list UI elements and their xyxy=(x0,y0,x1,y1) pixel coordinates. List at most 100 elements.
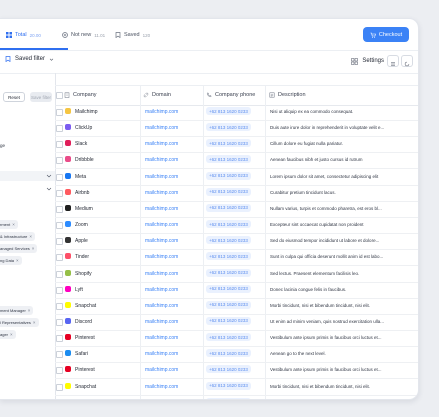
company-phone-badge[interactable]: +62 813 1620 0233 xyxy=(206,107,251,115)
table-row[interactable]: Medium mailchimp.com +62 813 1620 0233 Null… xyxy=(55,201,418,218)
saved-filter-dropdown[interactable]: Saved filter xyxy=(5,56,54,62)
company-domain-link[interactable]: mailchimp.com xyxy=(145,319,178,325)
company-domain-link[interactable]: mailchimp.com xyxy=(145,109,178,115)
row-checkbox[interactable] xyxy=(56,302,63,310)
table-row[interactable]: Mailchimp mailchimp.com +62 813 1620 0233 N… xyxy=(55,104,418,121)
view-list-button[interactable] xyxy=(387,55,399,67)
company-domain-link[interactable]: mailchimp.com xyxy=(145,303,178,309)
company-domain-link[interactable]: mailchimp.com xyxy=(145,367,178,373)
row-checkbox[interactable] xyxy=(56,157,63,165)
row-checkbox[interactable] xyxy=(56,367,63,375)
chevron-down-icon[interactable] xyxy=(46,186,52,192)
close-icon[interactable]: × xyxy=(10,332,13,337)
table-row[interactable]: Safari mailchimp.com +62 813 1620 0233 Aene… xyxy=(55,346,418,364)
save-filter-button[interactable]: Save filter xyxy=(30,92,52,102)
table-row[interactable]: Snapchat mailchimp.com +62 813 1620 0233 Mo… xyxy=(55,379,418,396)
filter-chip[interactable]: ng Data × xyxy=(0,256,22,265)
column-header-company[interactable]: Company xyxy=(64,92,97,98)
close-icon[interactable]: × xyxy=(12,222,15,227)
company-phone-badge[interactable]: +62 813 1620 0233 xyxy=(206,203,251,212)
table-row[interactable]: Dribbble mailchimp.com +62 813 1620 0233 Ae… xyxy=(55,152,418,170)
close-icon[interactable]: × xyxy=(33,320,36,325)
company-domain-link[interactable]: mailchimp.com xyxy=(145,190,178,196)
row-checkbox[interactable] xyxy=(56,238,63,246)
row-checkbox[interactable] xyxy=(56,222,63,230)
filter-section-header[interactable] xyxy=(0,171,55,181)
column-header-phone[interactable]: Company phone xyxy=(206,92,255,98)
company-phone-badge[interactable]: +62 813 1620 0233 xyxy=(206,220,251,229)
company-domain-link[interactable]: mailchimp.com xyxy=(145,254,178,260)
row-checkbox[interactable] xyxy=(56,286,63,294)
company-domain-link[interactable]: mailchimp.com xyxy=(145,351,178,357)
tab-not-new[interactable]: Not new 11.01 xyxy=(62,28,105,42)
tab-saved[interactable]: Saved 120 xyxy=(115,28,150,42)
close-icon[interactable]: × xyxy=(16,258,19,263)
row-checkbox[interactable] xyxy=(56,318,63,326)
column-header-domain[interactable]: Domain xyxy=(143,92,171,98)
company-phone-badge[interactable]: +62 813 1620 0233 xyxy=(206,365,251,374)
company-domain-link[interactable]: mailchimp.com xyxy=(145,125,178,131)
table-row[interactable]: Zoom mailchimp.com +62 813 1620 0233 Except… xyxy=(55,217,418,235)
row-checkbox[interactable] xyxy=(56,189,63,197)
company-domain-link[interactable]: mailchimp.com xyxy=(145,222,178,228)
row-checkbox[interactable] xyxy=(56,109,63,116)
table-row[interactable]: Shopify mailchimp.com +62 813 1620 0233 Sed… xyxy=(55,266,418,283)
row-checkbox[interactable] xyxy=(56,270,63,278)
refresh-button[interactable] xyxy=(401,55,413,67)
company-phone-badge[interactable]: +62 813 1620 0233 xyxy=(206,268,251,277)
table-row[interactable]: Discord mailchimp.com +62 813 1620 0233 Ut … xyxy=(55,314,418,331)
table-row[interactable]: Apple mailchimp.com +62 813 1620 0233 Sed d… xyxy=(55,233,418,251)
row-checkbox[interactable] xyxy=(56,173,63,181)
table-row[interactable]: Airbnb mailchimp.com +62 813 1620 0233 Cura… xyxy=(55,185,418,202)
company-domain-link[interactable]: mailchimp.com xyxy=(145,287,178,293)
filter-chip[interactable]: ager × xyxy=(0,330,16,339)
select-all-checkbox[interactable] xyxy=(56,92,63,99)
table-row[interactable]: Snapchat mailchimp.com +62 813 1620 0233 Mo… xyxy=(55,298,418,315)
tab-total[interactable]: Total 20.00 xyxy=(6,28,41,42)
filter-chip[interactable]: rment × xyxy=(0,220,18,229)
filter-chip[interactable]: l Representatives × xyxy=(0,318,39,327)
company-domain-link[interactable]: mailchimp.com xyxy=(145,174,178,180)
table-row[interactable]: ClickUp mailchimp.com +62 813 1620 0233 Dui… xyxy=(55,120,418,138)
company-domain-link[interactable]: mailchimp.com xyxy=(145,271,178,277)
filter-chip[interactable]: & Infrastructure × xyxy=(0,232,35,241)
settings-button[interactable]: Settings xyxy=(351,55,384,67)
company-phone-badge[interactable]: +62 813 1620 0233 xyxy=(206,236,251,245)
company-phone-badge[interactable]: +62 813 1620 0233 xyxy=(206,381,251,390)
table-row[interactable]: Pinterest mailchimp.com +62 813 1620 0233 V… xyxy=(55,330,418,348)
filter-chip[interactable]: ment Manager × xyxy=(0,306,34,315)
company-domain-link[interactable]: mailchimp.com xyxy=(145,141,178,147)
company-domain-link[interactable]: mailchimp.com xyxy=(145,335,178,341)
column-header-description[interactable]: Description xyxy=(269,92,306,98)
table-row[interactable]: Slack mailchimp.com +62 813 1620 0233 Cillu… xyxy=(55,136,418,154)
table-row[interactable]: Lyft mailchimp.com +62 813 1620 0233 Donec … xyxy=(55,282,418,299)
row-checkbox[interactable] xyxy=(56,125,63,133)
row-checkbox[interactable] xyxy=(56,335,63,343)
company-phone-badge[interactable]: +62 813 1620 0233 xyxy=(206,123,251,132)
company-phone-badge[interactable]: +62 813 1620 0233 xyxy=(206,252,251,261)
row-checkbox[interactable] xyxy=(56,141,63,149)
close-icon[interactable]: × xyxy=(32,246,35,251)
table-row[interactable]: Tinder mailchimp.com +62 813 1620 0233 Sunt… xyxy=(55,249,418,267)
company-phone-badge[interactable]: +62 813 1620 0233 xyxy=(206,171,251,180)
company-phone-badge[interactable]: +62 813 1620 0233 xyxy=(206,300,251,309)
close-icon[interactable]: × xyxy=(28,308,31,313)
company-phone-badge[interactable]: +62 813 1620 0233 xyxy=(206,397,251,399)
company-domain-link[interactable]: mailchimp.com xyxy=(145,238,178,244)
table-row[interactable]: Pinterest mailchimp.com +62 813 1620 0233 V… xyxy=(55,362,418,380)
company-phone-badge[interactable]: +62 813 1620 0233 xyxy=(206,316,251,325)
row-checkbox[interactable] xyxy=(56,254,63,262)
company-phone-badge[interactable]: +62 813 1620 0233 xyxy=(206,333,251,342)
company-phone-badge[interactable]: +62 813 1620 0233 xyxy=(206,155,251,164)
checkout-button[interactable]: Checkout xyxy=(363,27,409,42)
close-icon[interactable]: × xyxy=(29,234,32,239)
row-checkbox[interactable] xyxy=(56,383,63,391)
company-phone-badge[interactable]: +62 813 1620 0233 xyxy=(206,284,251,293)
row-checkbox[interactable] xyxy=(56,351,63,359)
company-phone-badge[interactable]: +62 813 1620 0233 xyxy=(206,349,251,358)
row-checkbox[interactable] xyxy=(56,205,63,213)
company-domain-link[interactable]: mailchimp.com xyxy=(145,384,178,390)
company-phone-badge[interactable]: +62 813 1620 0233 xyxy=(206,187,251,196)
company-phone-badge[interactable]: +62 813 1620 0233 xyxy=(206,139,251,148)
reset-button[interactable]: Reset xyxy=(3,92,25,102)
